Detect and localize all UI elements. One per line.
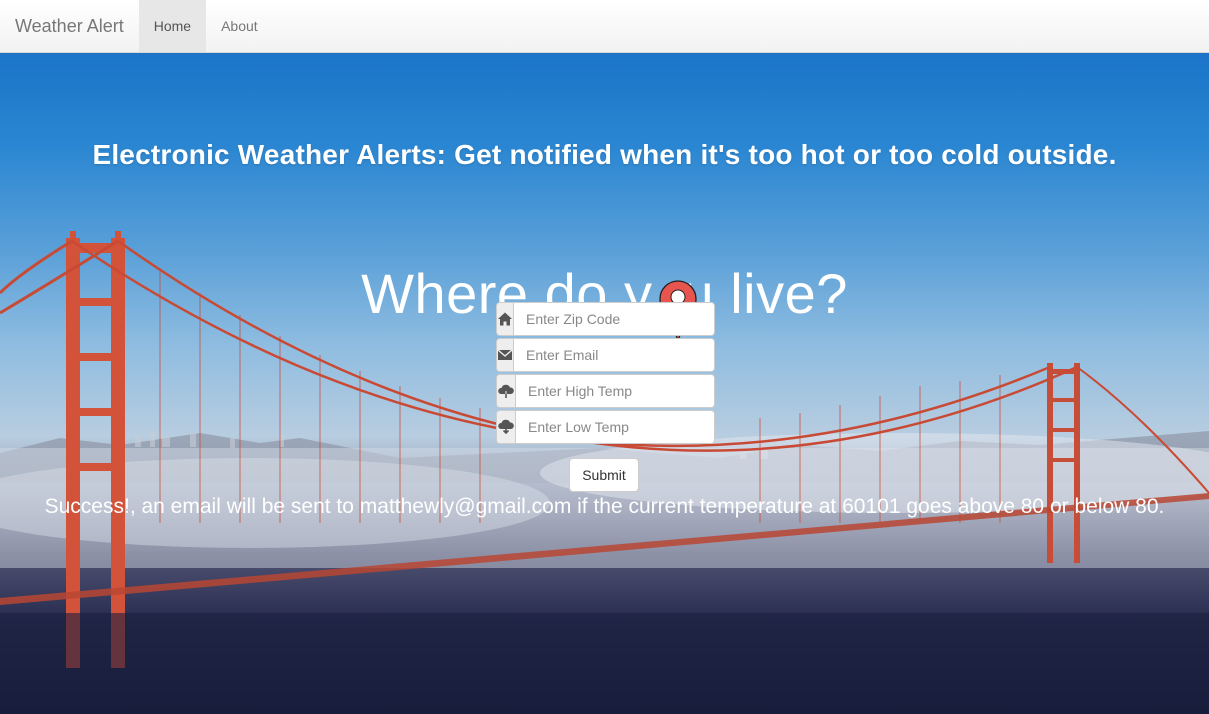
envelope-icon (497, 339, 514, 371)
low-temp-input[interactable] (516, 411, 714, 443)
navbar: Weather Alert Home About (0, 0, 1209, 53)
zip-code-input[interactable] (514, 303, 714, 335)
zip-code-group (496, 302, 715, 336)
email-group (496, 338, 715, 372)
cloud-upload-icon (497, 375, 516, 407)
low-temp-group (496, 410, 715, 444)
cloud-download-icon (497, 411, 516, 443)
home-icon (497, 303, 514, 335)
email-input[interactable] (514, 339, 714, 371)
success-message: Success!, an email will be sent to matth… (44, 495, 1165, 518)
headline: Electronic Weather Alerts: Get notified … (92, 139, 1117, 170)
nav-home[interactable]: Home (138, 0, 207, 52)
high-temp-group (496, 374, 715, 408)
high-temp-input[interactable] (516, 375, 714, 407)
nav-about[interactable]: About (206, 0, 273, 52)
alert-form (496, 302, 715, 446)
brand-link[interactable]: Weather Alert (0, 0, 139, 52)
submit-button[interactable]: Submit (569, 458, 639, 492)
